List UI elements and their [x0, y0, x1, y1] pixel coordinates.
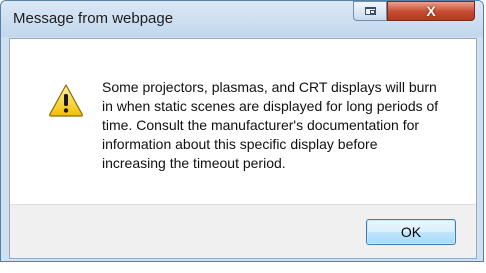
- restore-button[interactable]: [353, 1, 387, 21]
- dialog-message: Some projectors, plasmas, and CRT displa…: [102, 79, 439, 171]
- message-dialog: Message from webpage X Some projectors, …: [0, 0, 484, 262]
- title-bar[interactable]: Message from webpage X: [1, 1, 483, 37]
- warning-icon: [49, 84, 83, 117]
- close-icon: X: [426, 3, 436, 19]
- dialog-content: Some projectors, plasmas, and CRT displa…: [9, 38, 477, 259]
- restore-icon: [365, 7, 376, 15]
- window-title: Message from webpage: [13, 10, 174, 27]
- close-button[interactable]: X: [387, 1, 475, 21]
- ok-button[interactable]: OK: [366, 219, 456, 245]
- dialog-footer: OK: [10, 204, 476, 258]
